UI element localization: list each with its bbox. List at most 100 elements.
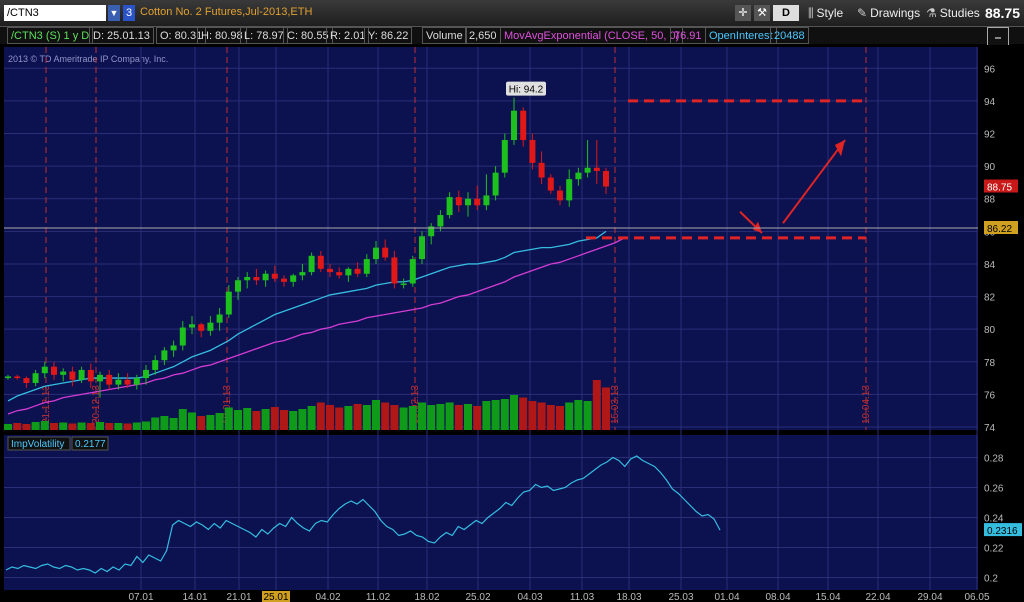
volume-bar xyxy=(224,407,233,430)
volume-bar xyxy=(252,411,261,430)
candle-body xyxy=(382,247,389,258)
candle-body xyxy=(198,324,205,331)
wrench-icon[interactable]: ⚒ xyxy=(754,5,770,21)
candle-body xyxy=(115,379,122,385)
candle-body xyxy=(419,236,425,260)
candle-body xyxy=(520,110,527,141)
volatility-tick-label: 0.26 xyxy=(984,484,1004,495)
volume-bar xyxy=(197,416,206,430)
price-tick-label: 96 xyxy=(984,64,996,75)
style-button[interactable]: ⫼ Style xyxy=(808,6,843,21)
crosshair-icon[interactable]: ✛ xyxy=(735,5,751,21)
volume-bar xyxy=(243,408,252,430)
pencil-icon: ✎ xyxy=(857,6,868,20)
drawings-button[interactable]: ✎ Drawings xyxy=(857,6,920,20)
candle-body xyxy=(97,374,103,382)
volume-bar xyxy=(362,405,371,430)
studies-button[interactable]: ⚗ Studies xyxy=(926,6,980,20)
crosshair-badge xyxy=(984,221,1018,234)
price-tick-label: 78 xyxy=(984,358,996,369)
price-tick-label: 88 xyxy=(984,195,996,206)
volume-bar xyxy=(436,404,445,430)
candle-body xyxy=(133,378,140,385)
volume-bar xyxy=(556,406,564,430)
volatility-label-box xyxy=(7,436,71,451)
crosshair-badge-text: 86.22 xyxy=(987,224,1012,235)
up-arrow xyxy=(782,139,846,224)
volume-bar xyxy=(454,405,463,430)
time-tick-label: 06.05 xyxy=(964,592,989,602)
price-tick-label: 74 xyxy=(984,423,996,434)
volume-bar xyxy=(592,380,601,430)
candle-body xyxy=(373,247,379,260)
time-tick-label: 29.04 xyxy=(917,592,942,602)
info-bar: /CTN3 (S) 1 y D D: 25.01.13 O: 80.31 H: … xyxy=(0,27,1024,44)
candle-body xyxy=(446,197,453,216)
volatility-value-box xyxy=(71,436,109,451)
candle-body xyxy=(161,350,168,361)
volume-bar xyxy=(22,424,31,430)
studies-icon: ⚗ xyxy=(926,6,937,20)
last-price-badge xyxy=(984,179,1018,193)
volume-bar xyxy=(114,423,123,430)
link-number-button[interactable]: 3 xyxy=(123,5,135,21)
candle-body xyxy=(501,140,508,173)
candle-body xyxy=(235,280,241,292)
volume-bar xyxy=(234,410,242,430)
symbol-dropdown-icon[interactable]: ▼ xyxy=(108,5,120,21)
candle-body xyxy=(336,272,343,276)
volume-bar xyxy=(280,410,288,430)
toolbar: /CTN3 ▼ 3 Cotton No. 2 Futures,Jul-2013,… xyxy=(0,0,1024,27)
volume-bar xyxy=(445,402,454,430)
time-tick-label: 04.03 xyxy=(517,592,542,602)
time-tick-label: 04.02 xyxy=(315,592,340,602)
candle-body xyxy=(152,360,159,370)
price-tick-label: 90 xyxy=(984,162,996,173)
volume-bar xyxy=(418,402,426,430)
candle-body xyxy=(474,198,481,206)
volume-bar xyxy=(142,421,150,430)
position-summary-icon[interactable]: ⎯ xyxy=(987,27,1009,47)
volume-bar xyxy=(215,413,224,430)
candle-body xyxy=(69,371,76,380)
chart-canvas[interactable]: 96 94 92 90 88 86 84 82 80 78 76 74 2013 © TD Amerit… xyxy=(0,0,1024,602)
instrument-description: Cotton No. 2 Futures,Jul-2013,ETH xyxy=(140,6,313,18)
volume-bar xyxy=(482,401,491,430)
volume-bar xyxy=(464,404,472,430)
volume-bar xyxy=(50,423,58,430)
drawings-label: Drawings xyxy=(870,6,921,20)
copyright-text: 2013 © TD Ameritrade IP Company, Inc. xyxy=(8,54,168,64)
down-arrow xyxy=(739,211,763,234)
candle-body xyxy=(492,172,499,196)
candle-body xyxy=(124,379,131,385)
candle-body xyxy=(400,283,407,286)
volume-bar xyxy=(381,402,390,430)
d-button[interactable]: D xyxy=(773,5,799,21)
volume-bar xyxy=(565,402,574,430)
volume-bar xyxy=(31,422,40,430)
candle-body xyxy=(106,374,113,385)
volume-bar xyxy=(353,404,362,430)
candle-body xyxy=(603,171,609,187)
up-arrow-head xyxy=(835,140,845,157)
volume-bar xyxy=(537,402,546,430)
candle-body xyxy=(216,314,223,323)
volume-bar xyxy=(289,411,298,430)
volume-bar xyxy=(574,400,583,430)
time-tick-label: 11.03 xyxy=(570,592,595,602)
info-ema-label: MovAvgExponential (CLOSE, 50, 0) xyxy=(500,27,684,44)
last-price-badge-text: 88.75 xyxy=(987,183,1012,194)
symbol-input[interactable]: /CTN3 xyxy=(4,5,106,21)
volatility-tick-label: 0.24 xyxy=(984,514,1004,525)
price-tick-label: 84 xyxy=(984,260,996,271)
date-marker-label: 19.04.13 xyxy=(861,385,872,424)
candle-body xyxy=(299,272,306,276)
time-tick-label: 01.04 xyxy=(714,592,739,602)
volume-bar xyxy=(188,412,196,430)
ema-fast-line xyxy=(7,230,607,402)
studies-label: Studies xyxy=(939,6,980,20)
candle-body xyxy=(225,291,232,315)
volume-bar xyxy=(335,407,344,430)
candle-body xyxy=(511,110,517,141)
info-ema-value: 76.91 xyxy=(670,27,706,44)
